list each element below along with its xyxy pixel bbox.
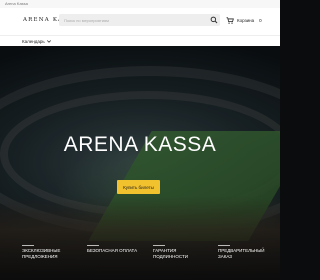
calendar-menu[interactable]: Календарь [22, 39, 51, 44]
feature-label: ГАРАНТИЯ ПОДЛИННОСТИ [153, 248, 188, 259]
search-bar [59, 14, 220, 26]
feature-divider [22, 245, 34, 246]
feature-label: ЭКСКЛЮЗИВНЫЕ ПРЕДЛОЖЕНИЯ [22, 248, 61, 259]
feature-label: БЕЗОПАСНАЯ ОПЛАТА [87, 248, 138, 253]
search-input[interactable] [59, 14, 209, 26]
feature-label: ПРЕДВАРИТЕЛЬНЫЙ ЗАКАЗ [218, 248, 265, 259]
cart-button[interactable]: Корзина 0 [226, 16, 262, 24]
hero-title: ARENA KASSA [63, 133, 217, 156]
calendar-label: Календарь [22, 39, 45, 44]
search-icon[interactable] [210, 16, 218, 24]
cart-icon [226, 16, 234, 24]
chevron-down-icon [46, 40, 51, 43]
hero-overlay [0, 46, 280, 280]
cart-label: Корзина [237, 17, 255, 23]
hero-banner: ARENA KASSA Купить билеты ЭКСКЛЮЗИВНЫЕ П… [0, 46, 280, 280]
feature-divider [218, 245, 230, 246]
feature-divider [87, 245, 99, 246]
cart-count: 0 [259, 17, 262, 23]
top-link[interactable]: Arena Kassa [5, 1, 28, 6]
feature-divider [153, 245, 165, 246]
buy-tickets-button[interactable]: Купить билеты [117, 180, 160, 194]
